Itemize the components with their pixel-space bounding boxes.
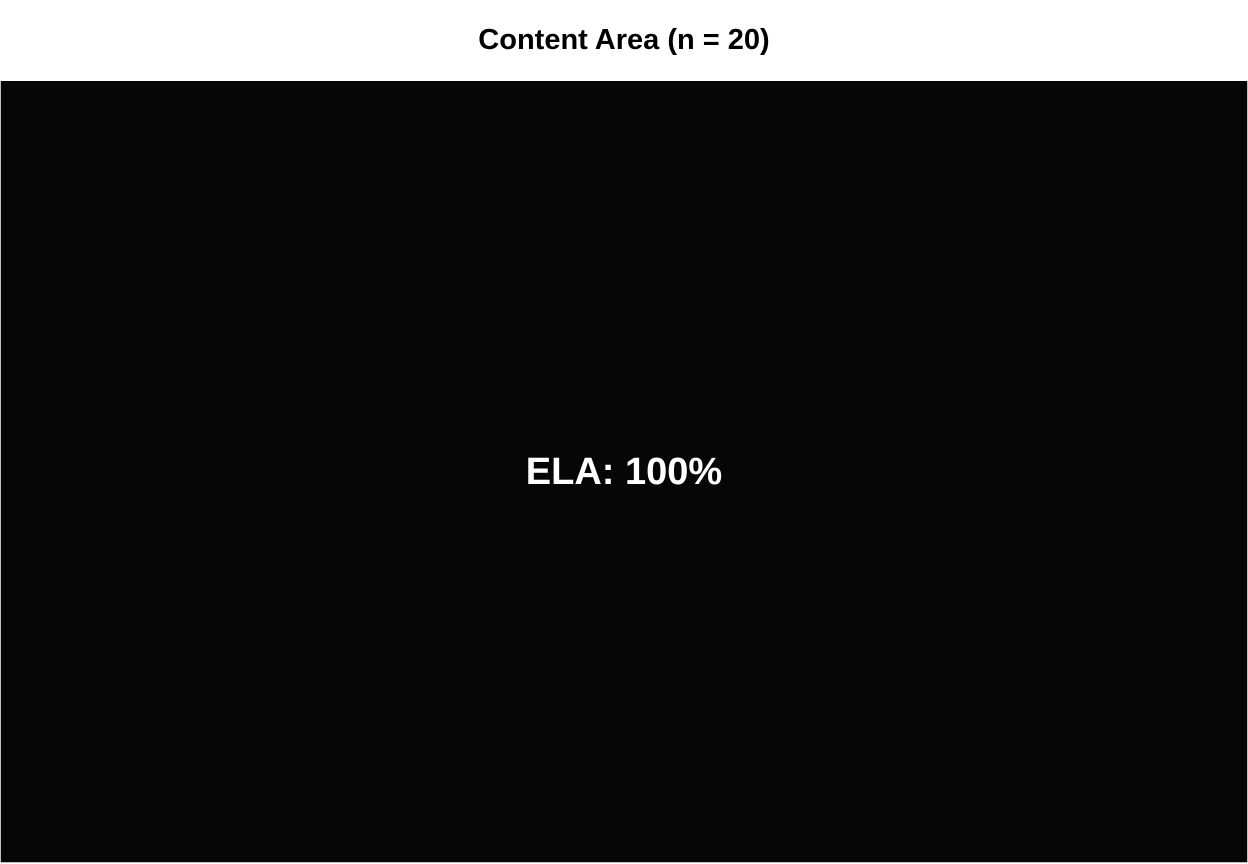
chart-title: Content Area (n = 20) [478, 23, 770, 56]
treemap-chart: ELA: 100% [1, 81, 1247, 862]
treemap-cell-label: ELA: 100% [526, 451, 722, 493]
plot-area: ELA: 100% [0, 81, 1248, 863]
